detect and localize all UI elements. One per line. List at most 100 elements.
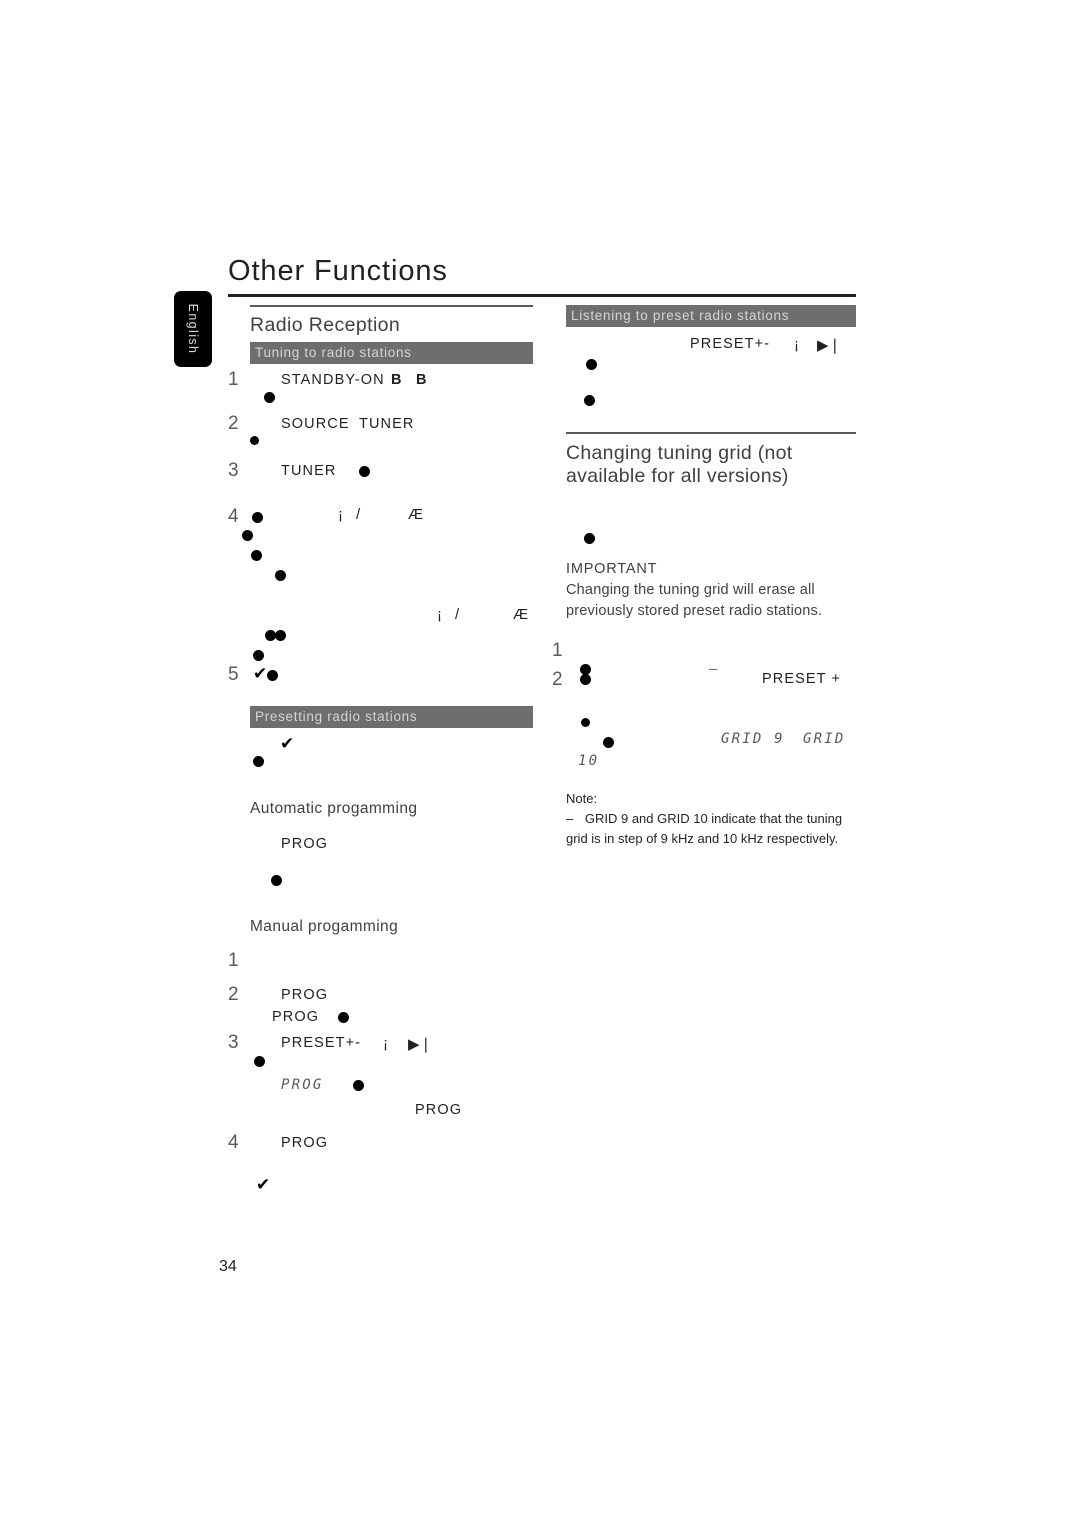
- keyword-prog: PROG: [272, 1008, 320, 1025]
- keyword-preset: PRESET+-: [281, 1034, 362, 1051]
- bullet-marker: [254, 1055, 265, 1067]
- right-column: Listening to preset radio stations PRESE…: [552, 305, 856, 850]
- title-divider: [228, 294, 856, 297]
- changing-grid-rule: [566, 432, 856, 434]
- changing-grid-intro: [566, 489, 856, 559]
- note-label: Note:: [566, 791, 598, 807]
- keyword-prog: PROG: [281, 835, 329, 852]
- bullet-marker: [264, 391, 275, 403]
- important-text: Changing the tuning grid will erase all …: [566, 582, 823, 620]
- keyword-standby-on: STANDBY-ON: [281, 371, 385, 388]
- bullet-marker: [251, 549, 262, 561]
- bullet-marker: [242, 529, 253, 541]
- bullet-marker: [580, 674, 591, 686]
- symbol-slash: /: [455, 605, 460, 623]
- note-body: – GRID 9 and GRID 10 indicate that the t…: [566, 809, 856, 849]
- tuning-step-1: 1 STANDBY-ON B B: [228, 364, 533, 411]
- tuning-step-3: 3 TUNER: [228, 458, 533, 504]
- step-number: 5: [228, 663, 239, 685]
- check-icon: ✔: [280, 733, 295, 754]
- subsection-bar-listening: Listening to preset radio stations: [566, 305, 856, 327]
- check-icon: ✔: [253, 663, 268, 684]
- keyword-mark-b2: B: [416, 371, 427, 388]
- lcd-prog-display: PROG: [281, 1076, 324, 1093]
- keyword-preset-plus: PRESET +: [762, 671, 842, 688]
- symbol-tune-down: ¡: [437, 605, 442, 623]
- lcd-grid-10b: 10: [578, 753, 600, 770]
- symbol-preset-down: ¡: [383, 1034, 388, 1052]
- bullet-marker: [253, 649, 264, 661]
- step-number: 4: [228, 505, 239, 527]
- language-tab-label: English: [186, 303, 200, 355]
- bullet-marker: [275, 569, 286, 581]
- keyword-tuner: TUNER: [281, 462, 337, 479]
- note-dash: –: [566, 811, 574, 827]
- lcd-grid-10a: GRID: [803, 731, 846, 748]
- symbol-tune-up: Æ: [513, 605, 528, 623]
- important-label: IMPORTANT: [566, 561, 658, 578]
- section-heading-radio-reception: Radio Reception: [250, 313, 401, 336]
- keyword-preset: PRESET+-: [690, 336, 771, 352]
- keyword-mark-b1: B: [391, 371, 402, 388]
- tuning-step-4: 4 ¡ / Æ ¡ / Æ: [228, 504, 533, 664]
- note-line-1: GRID 9 and GRID 10 indicate that the tun…: [584, 811, 843, 827]
- symbol-tune-down: ¡: [338, 505, 343, 523]
- subsection-bar-tuning: Tuning to radio stations: [250, 341, 533, 364]
- bullet-marker: [353, 1079, 364, 1091]
- bullet-marker: [271, 874, 282, 886]
- bullet-marker: [250, 435, 259, 445]
- changing-grid-main: Changing tuning grid: [566, 441, 752, 464]
- manual-step-4: 4 PROG ✔: [228, 1132, 533, 1202]
- symbol-dash: ¯: [709, 667, 718, 685]
- subsection-bar-presetting: Presetting radio stations: [250, 705, 533, 728]
- tuning-step-5: 5 ✔: [228, 664, 533, 706]
- bullet-marker: [275, 629, 286, 641]
- bullet-marker: [253, 755, 264, 767]
- tuning-step-2: 2 SOURCE TUNER: [228, 411, 533, 458]
- bullet-marker: [267, 669, 278, 681]
- symbol-slash: /: [356, 505, 361, 523]
- note-line-2: grid is in step of 9 kHz and 10 kHz resp…: [566, 831, 839, 847]
- step-number: 1: [552, 640, 563, 662]
- step-number: 1: [228, 949, 239, 971]
- bullet-marker: [581, 718, 590, 728]
- page-title: Other Functions: [228, 255, 448, 287]
- manual-page: English Other Functions Radio Reception …: [0, 0, 1080, 1528]
- bullet-marker: [359, 465, 370, 477]
- section-heading-changing-grid: Changing tuning grid (not available for …: [566, 442, 856, 490]
- listening-block: PRESET+- ¡ ▶❘: [566, 327, 856, 432]
- symbol-skip-next: ▶❘: [817, 337, 842, 354]
- bullet-marker: [252, 511, 263, 523]
- bullet-marker: [586, 359, 597, 370]
- presetting-intro: ✔: [228, 728, 533, 800]
- page-number: 34: [219, 1258, 237, 1275]
- symbol-skip-next: ▶❘: [408, 1035, 433, 1053]
- keyword-tuner: TUNER: [359, 415, 415, 432]
- language-tab: English: [174, 291, 212, 367]
- bullet-marker: [584, 395, 595, 406]
- bullet-marker: [603, 737, 614, 749]
- step-number: 2: [228, 412, 239, 434]
- automatic-programming-block: PROG: [228, 818, 533, 918]
- grid-step-1: 1: [552, 622, 856, 676]
- radio-reception-rule: [250, 305, 533, 307]
- symbol-tune-up: Æ: [408, 505, 423, 523]
- subhead-automatic-programming: Automatic progamming: [250, 799, 418, 817]
- keyword-prog: PROG: [281, 1134, 329, 1151]
- manual-step-1: 1: [228, 936, 533, 984]
- step-number: 2: [228, 983, 239, 1005]
- step-number: 2: [552, 669, 563, 691]
- grid-step-2: 2 ¯ PRESET + GRID 9 GRID 10: [552, 667, 856, 789]
- keyword-source: SOURCE: [281, 415, 350, 432]
- keyword-prog: PROG: [281, 986, 329, 1003]
- left-column: Radio Reception Tuning to radio stations…: [228, 305, 533, 1202]
- manual-step-2: 2 PROG PROG: [228, 984, 533, 1032]
- manual-step-3: 3 PRESET+- ¡ ▶❘ PROG PROG: [228, 1032, 533, 1132]
- step-number: 3: [228, 459, 239, 481]
- lcd-grid-9: GRID 9: [721, 731, 785, 748]
- step-number: 1: [228, 368, 239, 390]
- bullet-marker: [584, 533, 595, 545]
- check-icon: ✔: [256, 1174, 271, 1195]
- step-number: 4: [228, 1131, 239, 1153]
- symbol-preset-down: ¡: [794, 336, 799, 353]
